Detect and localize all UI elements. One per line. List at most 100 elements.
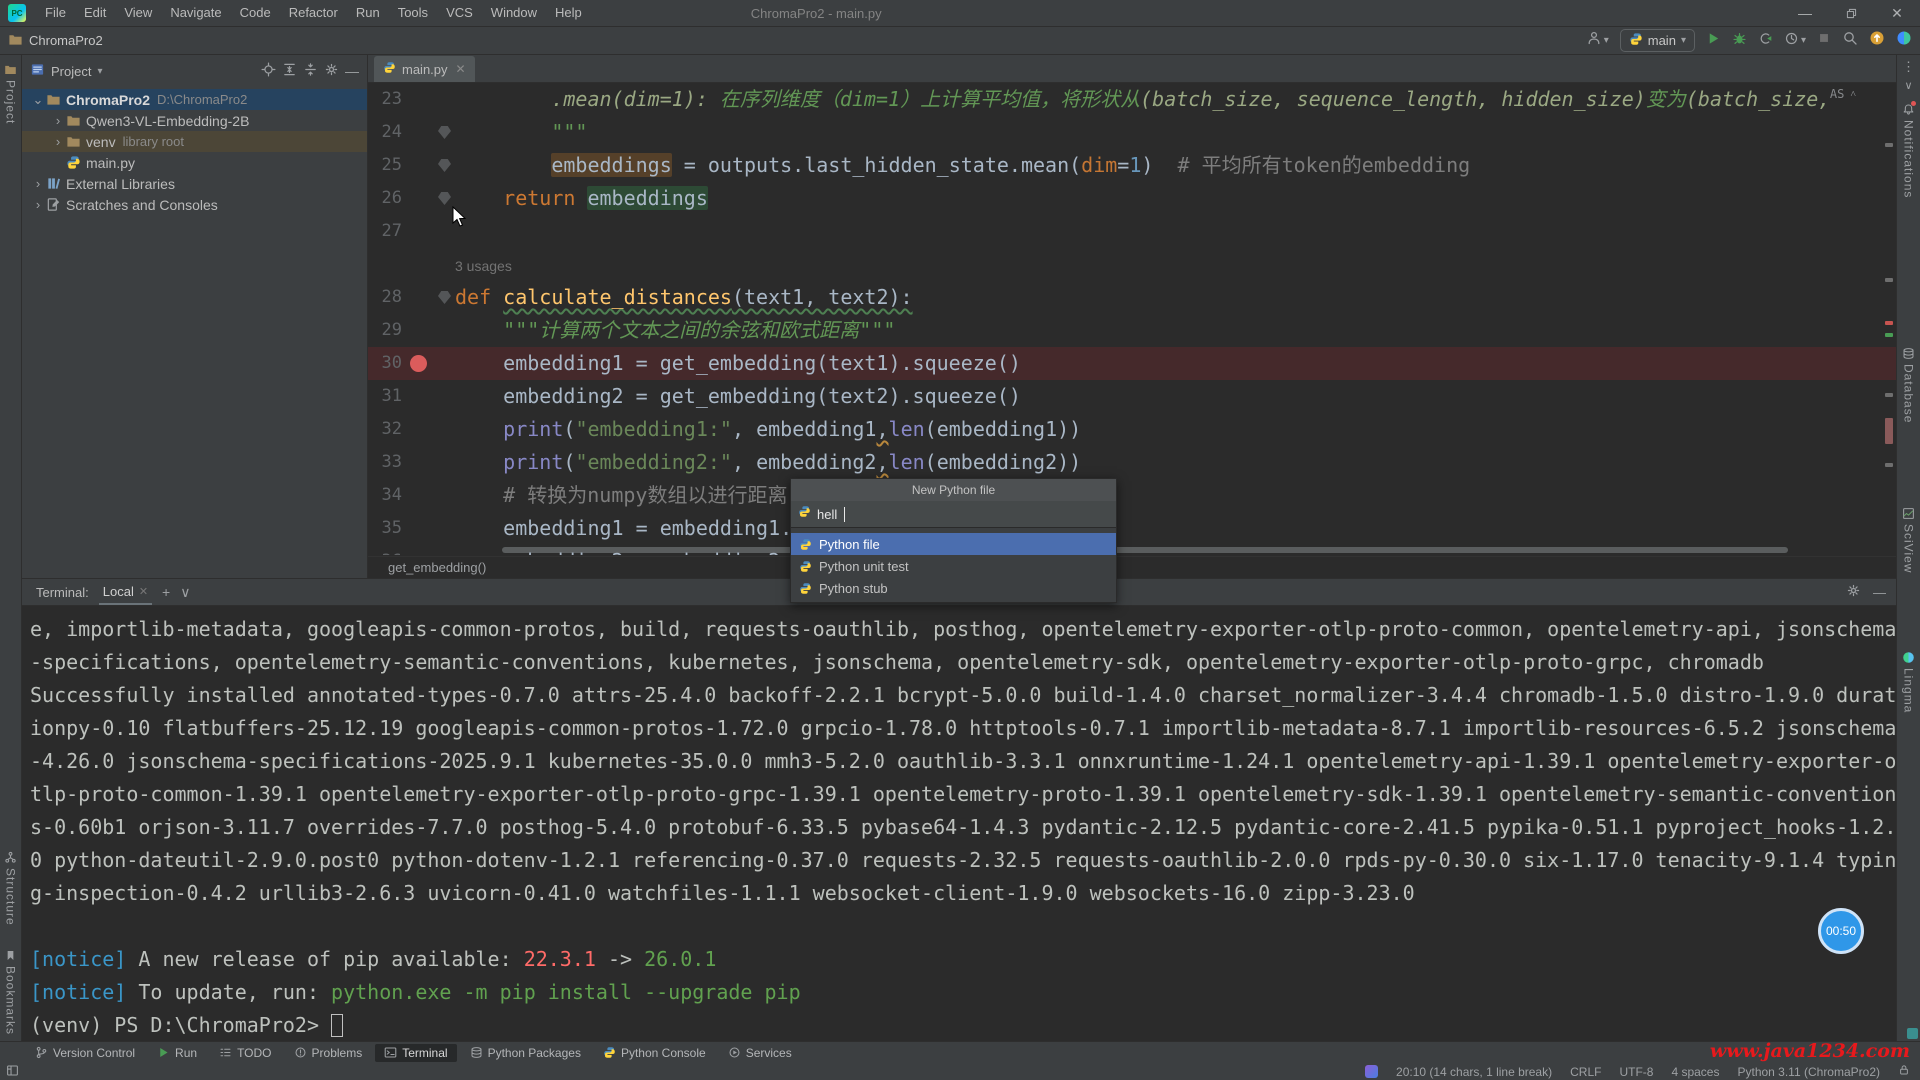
debug-button[interactable]: [1732, 31, 1747, 51]
ai-assistant-button[interactable]: [1896, 30, 1912, 51]
close-terminal-tab-icon[interactable]: ✕: [139, 585, 148, 598]
hide-terminal-button[interactable]: —: [1873, 585, 1886, 600]
popup-item-python-unit-test[interactable]: Python unit test: [791, 555, 1116, 577]
menu-vcs[interactable]: VCS: [437, 0, 482, 26]
terminal-dropdown-icon[interactable]: ∨: [180, 584, 190, 601]
run-button[interactable]: [1706, 31, 1721, 51]
restore-button[interactable]: [1828, 0, 1874, 26]
menu-code[interactable]: Code: [231, 0, 280, 26]
toolwindow-button-problems[interactable]: Problems: [285, 1044, 372, 1062]
code-token: def: [455, 285, 503, 309]
editor-tab-bar: main.py ✕: [368, 55, 1896, 83]
popup-item-python-file[interactable]: Python file: [791, 533, 1116, 555]
stripe-more-icon[interactable]: ⋮: [1897, 59, 1920, 75]
select-opened-file-button[interactable]: [261, 62, 276, 80]
project-panel-title[interactable]: Project: [51, 64, 91, 79]
project-folder-icon: [8, 32, 23, 47]
file-encoding[interactable]: UTF-8: [1619, 1065, 1653, 1079]
stripe-tab-notifications[interactable]: Notifications: [1897, 103, 1920, 198]
menu-navigate[interactable]: Navigate: [161, 0, 230, 26]
new-file-name-input[interactable]: hell: [791, 501, 1116, 528]
new-terminal-button[interactable]: +: [162, 584, 170, 600]
menu-tools[interactable]: Tools: [389, 0, 437, 26]
tree-item-venv[interactable]: ›venvlibrary root: [22, 131, 367, 152]
code-token: ,: [876, 417, 888, 441]
menu-view[interactable]: View: [115, 0, 161, 26]
pycharm-logo-icon[interactable]: PC: [8, 4, 26, 22]
collapse-all-button[interactable]: [303, 62, 318, 80]
run-configuration-selector[interactable]: main ▾: [1620, 29, 1695, 52]
editor-tab-mainpy[interactable]: main.py ✕: [374, 56, 475, 82]
toolwindow-button-run[interactable]: Run: [148, 1044, 206, 1062]
toolwindow-button-services[interactable]: Services: [719, 1044, 801, 1062]
update-available-button[interactable]: [1869, 30, 1885, 51]
chevron-right-icon[interactable]: ›: [50, 134, 66, 149]
code-editor[interactable]: AS˄ 23 .mea: [368, 83, 1896, 556]
stop-button[interactable]: [1817, 31, 1831, 50]
caret-position[interactable]: 20:10 (14 chars, 1 line break): [1396, 1065, 1552, 1079]
fold-marker-icon[interactable]: [438, 291, 451, 304]
menu-refactor[interactable]: Refactor: [280, 0, 347, 26]
chevron-right-icon[interactable]: ›: [50, 113, 66, 128]
stripe-tab-sciview[interactable]: SciView: [1897, 507, 1920, 573]
chevron-down-icon[interactable]: ⌄: [30, 92, 46, 108]
tree-item-external-libraries[interactable]: ›External Libraries: [22, 173, 367, 194]
stripe-tab-database[interactable]: Database: [1897, 347, 1920, 423]
close-tab-icon[interactable]: ✕: [456, 62, 466, 76]
indent-style[interactable]: 4 spaces: [1671, 1065, 1719, 1079]
stripe-tab-structure[interactable]: Structure: [0, 851, 21, 926]
run-history-button[interactable]: ▾: [1784, 31, 1806, 51]
project-view-icon: [30, 62, 45, 80]
extlib-icon: [46, 176, 61, 191]
chevron-right-icon[interactable]: ›: [30, 197, 46, 212]
toolwindow-button-terminal[interactable]: Terminal: [375, 1044, 456, 1062]
toolwindow-button-python-console[interactable]: Python Console: [594, 1044, 715, 1062]
code-token: print: [503, 417, 563, 441]
stripe-tab-bookmarks[interactable]: Bookmarks: [0, 949, 21, 1035]
tree-item-main-py[interactable]: main.py: [22, 152, 367, 173]
search-everywhere-button[interactable]: [1842, 30, 1858, 51]
popup-item-python-stub[interactable]: Python stub: [791, 577, 1116, 599]
terminal-output[interactable]: e, importlib-metadata, googleapis-common…: [22, 606, 1896, 1041]
menu-run[interactable]: Run: [347, 0, 389, 26]
expand-all-button[interactable]: [282, 62, 297, 80]
branch-icon: [35, 1046, 48, 1059]
menu-window[interactable]: Window: [482, 0, 546, 26]
tree-item-chromapro2[interactable]: ⌄ChromaPro2D:\ChromaPro2: [22, 89, 367, 110]
run-with-coverage-button[interactable]: [1758, 31, 1773, 51]
project-view-dropdown[interactable]: ▾: [97, 66, 102, 77]
tree-item-scratches-and-consoles[interactable]: ›Scratches and Consoles: [22, 194, 367, 215]
menu-help[interactable]: Help: [546, 0, 591, 26]
toolwindow-button-version-control[interactable]: Version Control: [26, 1044, 144, 1062]
ai-status-icon[interactable]: [1365, 1065, 1378, 1078]
popup-item-label: Python stub: [819, 581, 888, 596]
line-separator[interactable]: CRLF: [1570, 1065, 1601, 1079]
chevron-right-icon[interactable]: ›: [30, 176, 46, 191]
stripe-chevron-icon[interactable]: ∨: [1897, 79, 1920, 92]
fold-marker-icon[interactable]: [438, 192, 451, 205]
minimize-button[interactable]: —: [1782, 0, 1828, 26]
menu-edit[interactable]: Edit: [75, 0, 115, 26]
tree-item-qwen3-vl-embedding-2b[interactable]: ›Qwen3-VL-Embedding-2B: [22, 110, 367, 131]
close-button[interactable]: ✕: [1874, 0, 1920, 26]
breadcrumb[interactable]: get_embedding(): [368, 556, 1896, 578]
project-widget[interactable]: ChromaPro2: [8, 32, 103, 50]
menu-file[interactable]: File: [36, 0, 75, 26]
terminal-settings-gear-icon[interactable]: [1846, 583, 1861, 601]
account-widget[interactable]: ▾: [1586, 30, 1609, 51]
toolwindow-button-python-packages[interactable]: Python Packages: [461, 1044, 590, 1062]
stripe-tab-lingma[interactable]: Lingma: [1897, 651, 1920, 713]
hide-panel-button[interactable]: —: [345, 63, 359, 79]
fold-marker-icon[interactable]: [438, 159, 451, 172]
lock-icon[interactable]: [1898, 1064, 1910, 1079]
project-settings-gear-icon[interactable]: [324, 62, 339, 80]
terminal-tab-local[interactable]: Local✕: [99, 579, 152, 605]
python-interpreter[interactable]: Python 3.11 (ChromaPro2): [1737, 1065, 1880, 1079]
line-number: 33: [368, 446, 402, 479]
fold-marker-icon[interactable]: [438, 126, 451, 139]
popup-item-label: Python unit test: [819, 559, 909, 574]
breakpoint-icon[interactable]: [410, 355, 427, 372]
toolwindow-button-todo[interactable]: TODO: [210, 1044, 280, 1062]
tool-window-layout-icon[interactable]: [6, 1064, 19, 1080]
stripe-tab-project[interactable]: Project: [0, 63, 21, 124]
